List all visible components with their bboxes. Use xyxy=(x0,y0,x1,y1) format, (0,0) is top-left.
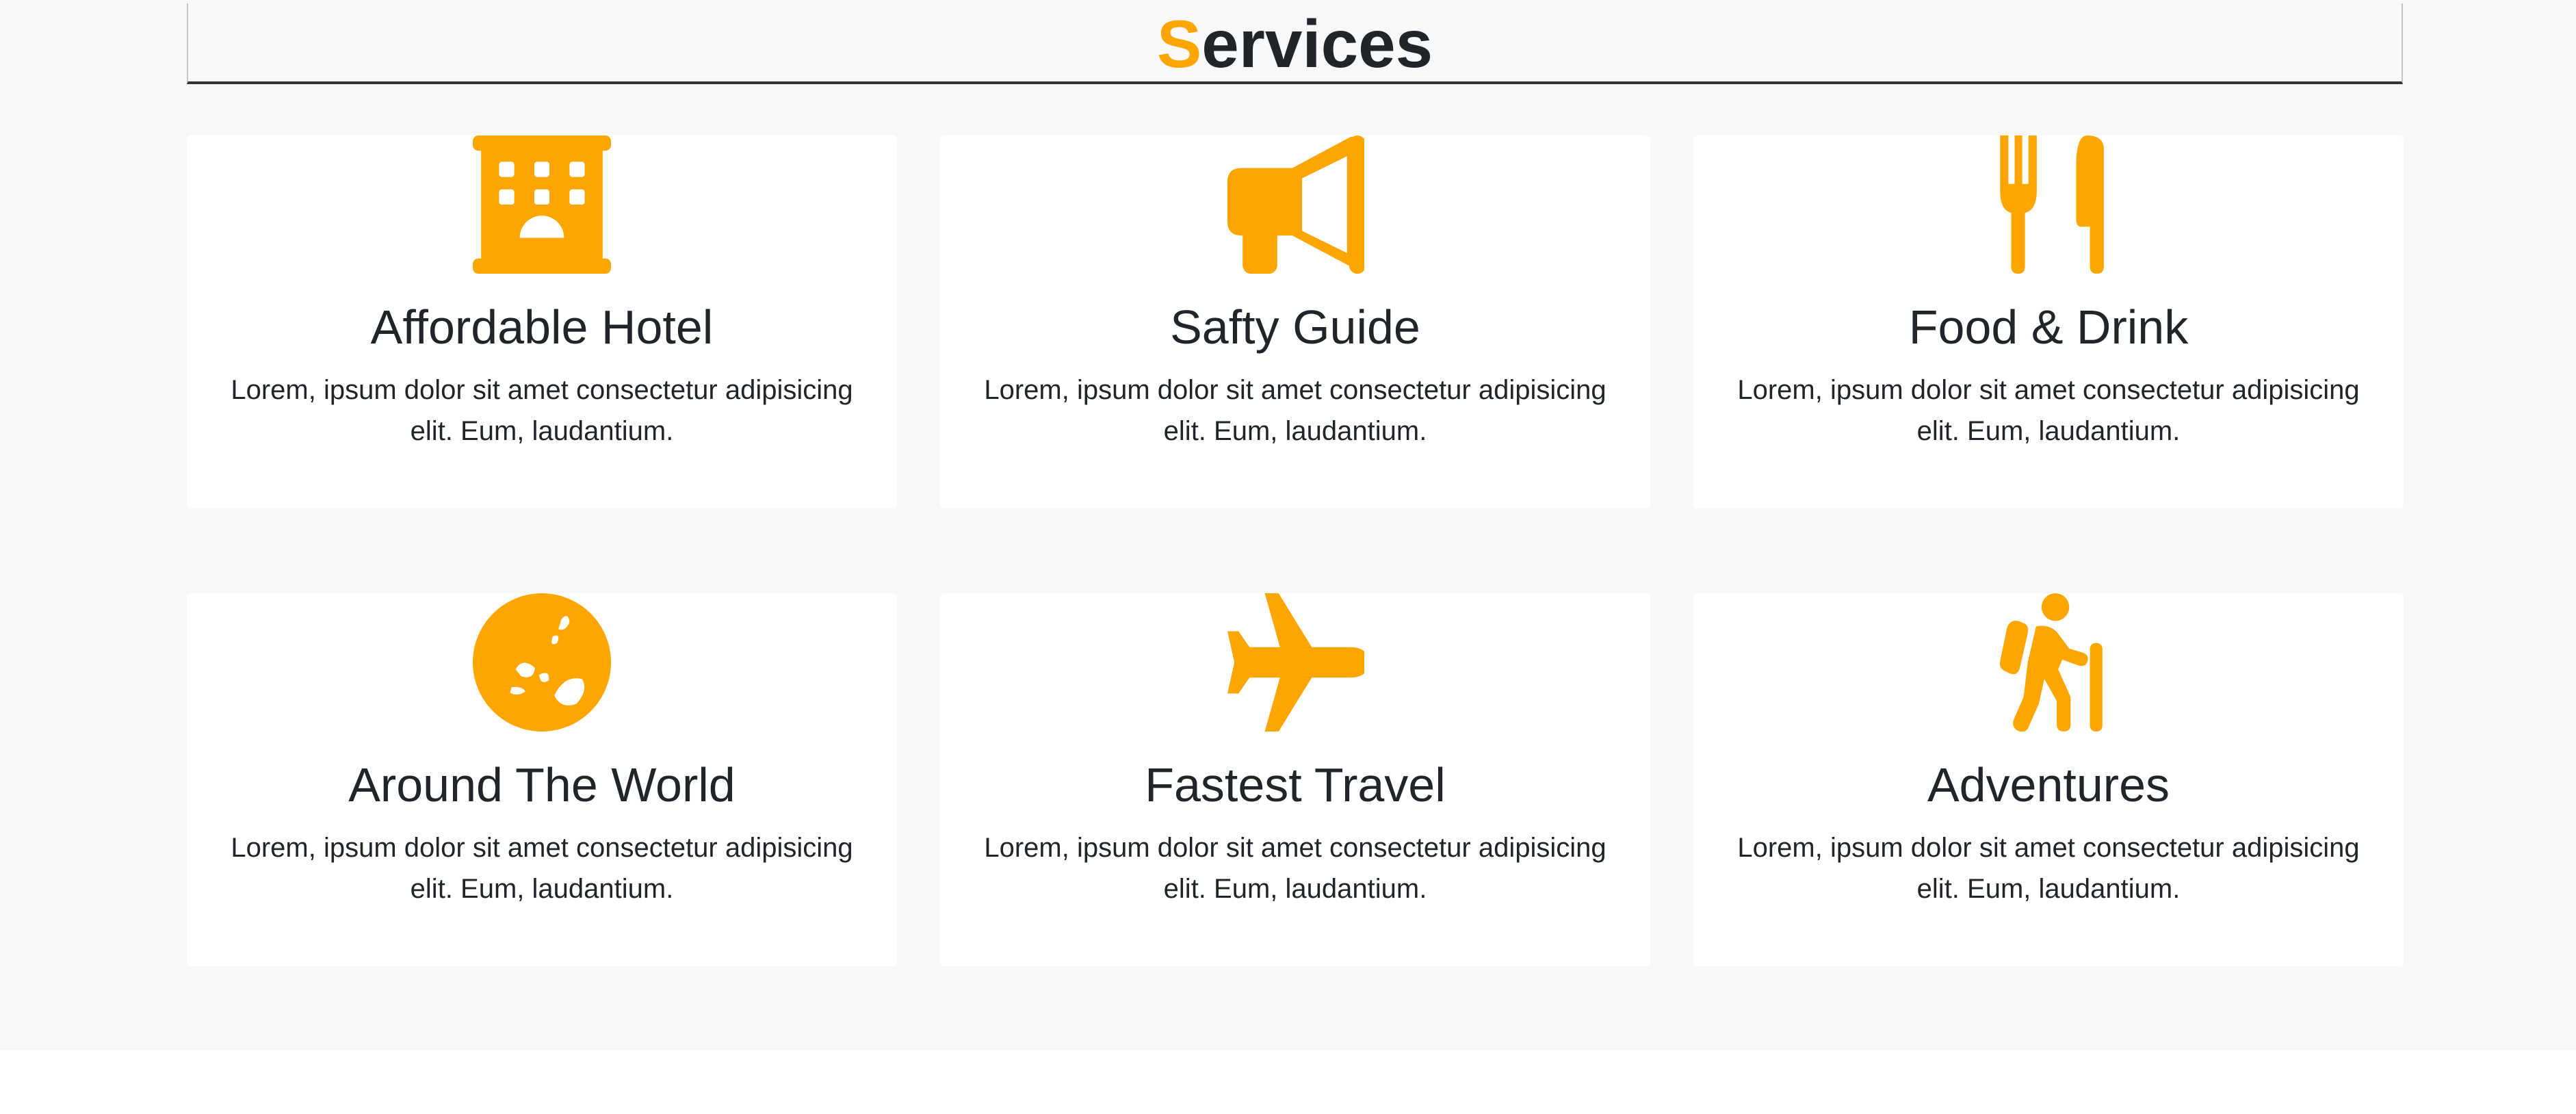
card-description: Lorem, ipsum dolor sit amet consectetur … xyxy=(984,375,1606,446)
heading-text: ervices xyxy=(1201,6,1433,81)
service-card-adventures: Adventures Lorem, ipsum dolor sit amet c… xyxy=(1693,593,2404,966)
utensils-icon xyxy=(1979,135,2118,274)
hotel-icon xyxy=(473,135,611,274)
globe-icon xyxy=(473,593,611,731)
card-description: Lorem, ipsum dolor sit amet consectetur … xyxy=(1737,375,2360,446)
services-grid: Affordable Hotel Lorem, ipsum dolor sit … xyxy=(187,135,2404,966)
card-description: Lorem, ipsum dolor sit amet consectetur … xyxy=(231,833,853,904)
card-title: Safty Guide xyxy=(1170,300,1420,354)
hiking-icon xyxy=(1979,593,2118,731)
card-title: Fastest Travel xyxy=(1145,758,1446,812)
card-title: Affordable Hotel xyxy=(370,300,714,354)
card-description: Lorem, ipsum dolor sit amet consectetur … xyxy=(1737,833,2360,904)
card-title: Food & Drink xyxy=(1908,300,2189,354)
plane-icon xyxy=(1226,593,1364,731)
megaphone-icon xyxy=(1226,135,1364,274)
services-section: Services Affordable Hotel Lorem, ipsum d… xyxy=(0,0,2576,1050)
card-description: Lorem, ipsum dolor sit amet consectetur … xyxy=(984,833,1606,904)
card-description: Lorem, ipsum dolor sit amet consectetur … xyxy=(231,375,853,446)
heading-accent-letter: S xyxy=(1156,6,1202,81)
card-title: Around The World xyxy=(348,758,736,812)
service-card-travel: Fastest Travel Lorem, ipsum dolor sit am… xyxy=(940,593,1650,966)
section-heading: Services xyxy=(188,3,2402,84)
service-card-hotel: Affordable Hotel Lorem, ipsum dolor sit … xyxy=(187,135,897,508)
section-heading-box: Services xyxy=(187,3,2403,84)
service-card-world: Around The World Lorem, ipsum dolor sit … xyxy=(187,593,897,966)
card-title: Adventures xyxy=(1927,758,2170,812)
service-card-food: Food & Drink Lorem, ipsum dolor sit amet… xyxy=(1693,135,2404,508)
service-card-safety: Safty Guide Lorem, ipsum dolor sit amet … xyxy=(940,135,1650,508)
